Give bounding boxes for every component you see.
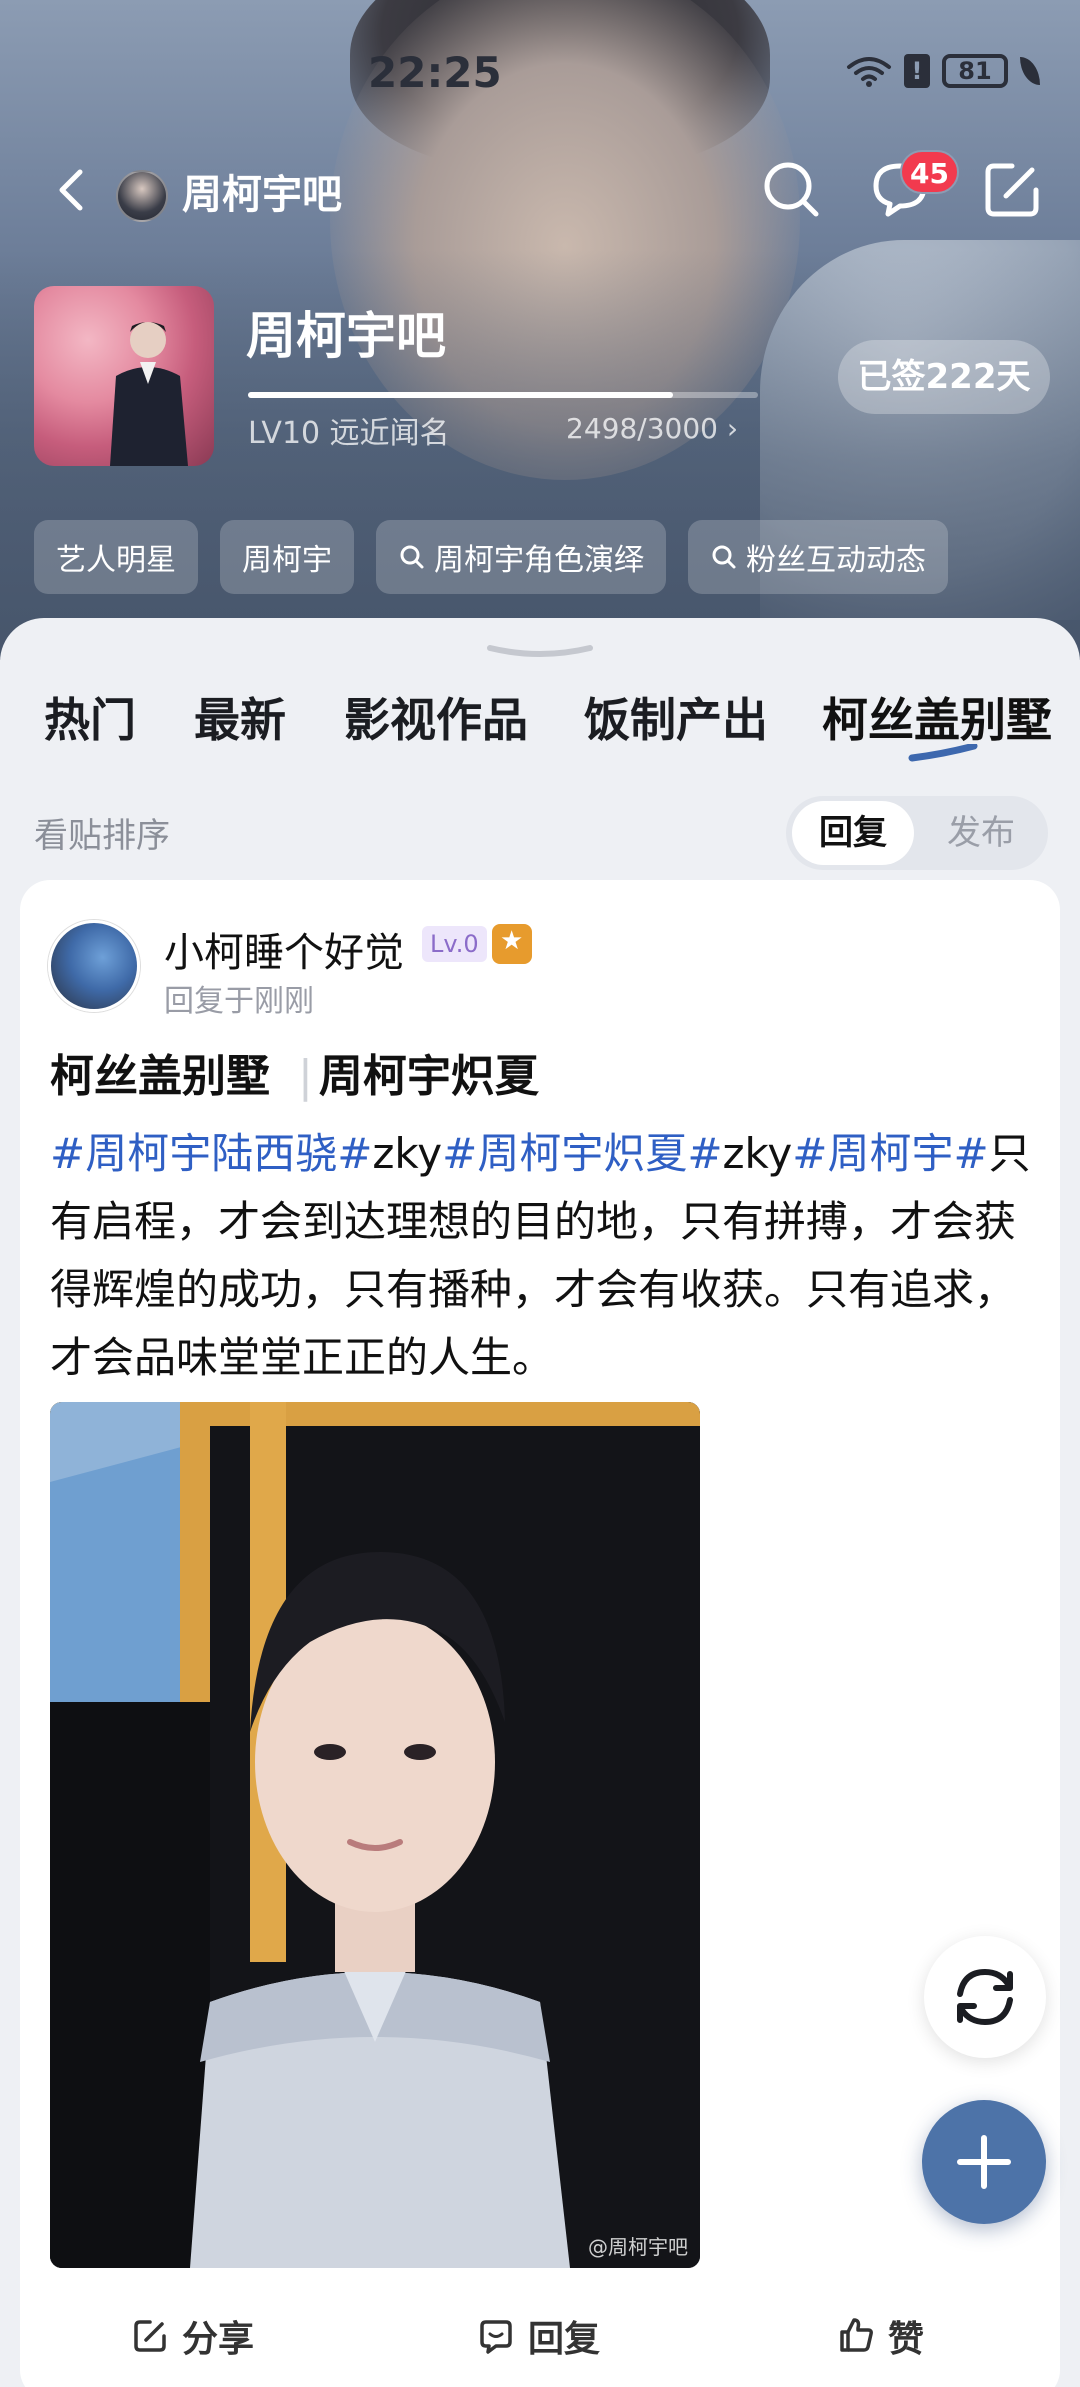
sort-toggle: 回复 发布 [786, 796, 1048, 870]
tab-works[interactable]: 影视作品 [344, 684, 528, 750]
forum-name: 周柯宇吧 [246, 307, 446, 365]
tab-villa[interactable]: 柯丝盖别墅 [822, 684, 1052, 750]
level-badge: Lv.0 [422, 926, 487, 962]
author-name[interactable]: 小柯睡个好觉 [164, 920, 404, 978]
alert-icon: ! [904, 54, 930, 88]
forum-tags: 艺人明星 周柯宇 周柯宇角色演绎 粉丝互动动态 [34, 520, 948, 594]
avatar[interactable] [48, 920, 140, 1012]
forum-avatar-small[interactable] [116, 170, 168, 222]
nav-title[interactable]: 周柯宇吧 [182, 162, 342, 220]
wifi-icon [847, 57, 891, 87]
sort-bar: 看贴排序 回复 发布 [0, 786, 1080, 870]
medal-icon [492, 924, 532, 964]
hashtag-link[interactable]: #周柯宇炽夏# [442, 1129, 722, 1178]
status-bar: 22:25 ! 81 [0, 40, 1080, 100]
thumbs-up-icon [840, 2318, 873, 2352]
tag-chip[interactable]: 周柯宇 [220, 520, 354, 594]
plus-icon [957, 2135, 1011, 2189]
refresh-button[interactable] [924, 1936, 1046, 2058]
tab-hot[interactable]: 热门 [44, 684, 136, 750]
post-image[interactable]: @周柯宇吧 [50, 1402, 700, 2268]
share-icon [134, 2320, 166, 2352]
active-tab-indicator [908, 744, 978, 762]
tag-chip[interactable]: 粉丝互动动态 [688, 520, 948, 594]
post-body: #周柯宇陆西骁#zky#周柯宇炽夏#zky#周柯宇#只有启程，才会到达理想的目的… [50, 1129, 1031, 1382]
image-watermark: @周柯宇吧 [588, 2235, 688, 2259]
exp-value[interactable]: 2498/3000 › [566, 412, 738, 445]
comment-icon [480, 2320, 512, 2354]
forum-avatar[interactable] [34, 286, 214, 466]
post-actions: 分享 回复 赞 [20, 2282, 1060, 2382]
forum-header: 22:25 ! 81 周柯宇吧 45 周柯宇吧 LV10 远近闻名 2498/3… [0, 0, 1080, 660]
top-nav: 周柯宇吧 45 [0, 150, 1080, 230]
drag-handle[interactable] [484, 642, 596, 662]
sort-by-reply[interactable]: 回复 [792, 801, 914, 865]
power-saving-icon [1020, 57, 1040, 85]
tab-latest[interactable]: 最新 [194, 684, 286, 750]
back-arrow-icon[interactable] [44, 160, 104, 220]
checkin-button[interactable]: 已签222天 [838, 340, 1050, 414]
message-badge: 45 [900, 150, 959, 194]
tag-chip[interactable]: 艺人明星 [34, 520, 198, 594]
share-button[interactable]: 分享 [130, 2310, 254, 2362]
sort-label: 看贴排序 [34, 816, 170, 856]
post-time: 回复于刚刚 [164, 984, 314, 1019]
sort-by-publish[interactable]: 发布 [920, 801, 1042, 865]
battery-icon: 81 [942, 54, 1008, 88]
search-icon [400, 545, 424, 569]
tab-fan-made[interactable]: 饭制产出 [584, 684, 768, 750]
post-card[interactable]: 小柯睡个好觉 Lv.0 回复于刚刚 柯丝盖别墅|周柯宇炽夏 #周柯宇陆西骁#zk… [20, 880, 1060, 2387]
reply-button[interactable]: 回复 [476, 2310, 600, 2362]
edit-post-icon[interactable] [978, 156, 1046, 224]
new-post-button[interactable] [922, 2100, 1046, 2224]
category-tabs: 热门 最新 影视作品 饭制产出 柯丝盖别墅 [0, 684, 1080, 764]
tag-chip[interactable]: 周柯宇角色演绎 [376, 520, 666, 594]
refresh-icon [957, 1968, 1013, 2026]
post-title[interactable]: 柯丝盖别墅 | 周柯宇炽夏 [50, 1040, 539, 1104]
search-icon [712, 545, 736, 569]
like-button[interactable]: 赞 [836, 2310, 924, 2362]
hashtag-link[interactable]: #周柯宇陆西骁# [50, 1129, 372, 1178]
hashtag-link[interactable]: #周柯宇# [792, 1129, 988, 1178]
level-label: LV10 远近闻名 [248, 416, 450, 451]
status-time: 22:25 [368, 48, 502, 97]
search-icon[interactable] [758, 156, 826, 224]
content-sheet: 热门 最新 影视作品 饭制产出 柯丝盖别墅 看贴排序 回复 发布 小柯睡个好觉 … [0, 618, 1080, 2387]
level-progress-bar [248, 392, 758, 398]
